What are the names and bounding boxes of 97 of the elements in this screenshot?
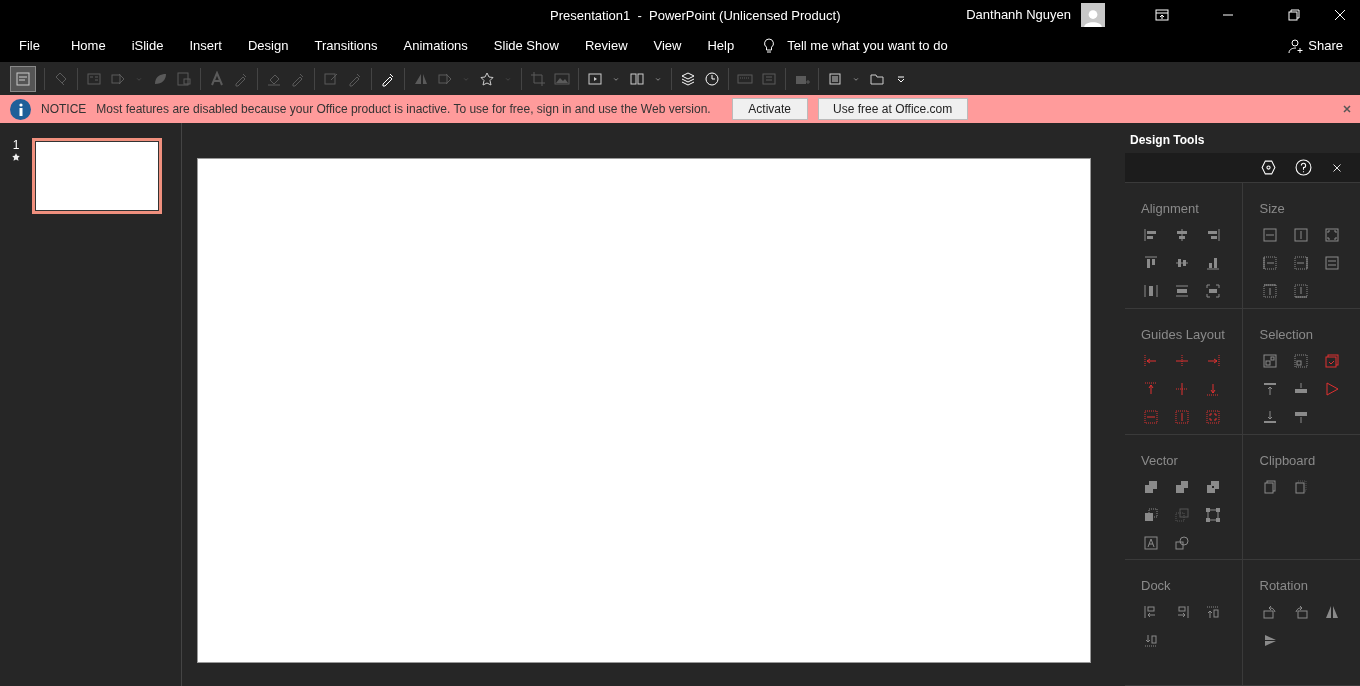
copy-icon[interactable] [1261,478,1278,495]
font-color-icon[interactable] [209,70,225,87]
user-name: Danthanh Nguyen [966,6,1071,25]
panel-title: Design Tools [1129,132,1206,149]
distribute-vertical-icon[interactable] [1174,283,1190,299]
fit-frame-icon[interactable] [1205,283,1221,299]
ribbon-tab[interactable]: iSlide [118,30,177,62]
settings-icon[interactable] [1260,159,1277,176]
shapes-icon[interactable] [1174,534,1190,551]
same-height-icon[interactable] [1292,227,1309,243]
guide-width-icon[interactable] [1143,408,1159,425]
align-left-icon[interactable] [1143,227,1159,243]
star-icon[interactable] [479,70,495,87]
slide-thumbnail[interactable] [32,138,162,214]
send-down-icon[interactable] [1261,408,1278,425]
star-icon [11,152,21,162]
notice-message: Most features are disabled because your Office product is inactive. To use for free, sign in and use the Web version. [96,101,711,118]
guide-height-icon[interactable] [1174,408,1190,425]
person-silhouette-icon [1083,7,1103,27]
paste-icon[interactable] [1292,478,1309,495]
same-width-icon[interactable] [1261,227,1278,243]
ribbon-tab[interactable]: Transitions [301,30,391,62]
tell-me-field[interactable]: Tell me what you want to do [787,30,948,62]
help-icon[interactable] [1295,159,1312,176]
extend-down-icon[interactable] [1292,283,1309,299]
distribute-horizontal-icon[interactable] [1143,283,1159,299]
save-button[interactable] [10,65,36,92]
ribbon-tab[interactable]: Help [694,30,748,62]
guide-right-icon[interactable] [1205,352,1221,369]
clock-icon[interactable] [704,70,720,87]
section-title: Size [1259,201,1286,217]
notice-label: NOTICE [41,101,87,118]
person-add-icon [1288,38,1305,54]
ribbon-display-icon[interactable] [1154,7,1170,23]
layers-icon[interactable] [680,70,696,87]
extend-up-icon[interactable] [1261,283,1278,299]
select-group-icon[interactable] [1261,352,1278,369]
align-center-icon[interactable] [1174,227,1190,243]
share-button[interactable]: Share [1288,36,1343,56]
flip-horizontal-icon[interactable] [1323,604,1340,621]
crop-icon[interactable] [530,70,546,87]
ribbon-tab[interactable]: Review [571,30,641,62]
extend-left-icon[interactable] [1261,255,1278,271]
ribbon-tab[interactable]: Slide Show [480,30,572,62]
section-title: Dock [1141,578,1172,595]
notice-button[interactable]: Use free at Office.com [817,98,968,120]
align-right-icon[interactable] [1205,227,1221,243]
outline-pen-icon[interactable] [323,70,339,87]
subtract-icon[interactable] [1143,506,1159,523]
presentation-icon[interactable] [587,70,603,87]
image-icon[interactable] [554,70,570,87]
bring-up-icon[interactable] [1261,380,1278,397]
same-size-icon[interactable] [1323,227,1340,243]
extend-right-icon[interactable] [1292,255,1309,271]
section-title: Guides Layout [1141,326,1226,343]
section-title: Clipboard [1259,452,1317,469]
ribbon-tab[interactable]: Home [57,30,119,62]
swap-icon[interactable] [1323,255,1340,271]
intersect-icon[interactable] [1205,478,1221,495]
close-icon[interactable] [1332,7,1348,23]
text-outline-icon[interactable] [1143,534,1159,551]
ribbon-tab[interactable]: Design [234,30,302,62]
info-icon [10,98,31,120]
section-title: Rotation [1259,578,1309,595]
dock-bottom-icon[interactable] [1143,632,1159,649]
align-bottom-icon[interactable] [1205,255,1221,271]
guide-left-icon[interactable] [1143,352,1159,369]
section-title: Selection [1259,326,1314,343]
rotate-right-icon[interactable] [1292,604,1309,621]
save-icon[interactable] [15,70,31,87]
list-icon[interactable] [827,70,843,87]
select-all-icon[interactable] [1323,352,1340,369]
guide-frame-icon[interactable] [1205,408,1221,425]
ribbon-tab[interactable]: View [640,30,695,62]
dock-top-icon[interactable] [1205,604,1221,621]
guide-middle-icon[interactable] [1174,380,1190,397]
combine-icon[interactable] [1174,478,1190,495]
section-title: Alignment [1141,201,1200,217]
format-painter-icon[interactable] [53,70,69,87]
union-icon[interactable] [1143,478,1159,495]
guide-center-icon[interactable] [1174,352,1190,369]
columns-icon[interactable] [629,70,645,87]
pointer-icon[interactable] [1323,380,1340,397]
notice-button[interactable]: Activate [731,98,808,120]
align-top-icon[interactable] [1143,255,1159,271]
avatar[interactable] [1081,3,1105,27]
edit-points-icon[interactable] [1205,506,1221,523]
guide-top-icon[interactable] [1143,380,1159,397]
ribbon-tab[interactable]: Insert [176,30,235,62]
ribbon-tab[interactable]: File [0,30,58,62]
section-title: Vector [1141,452,1179,469]
rotate-left-icon[interactable] [1261,604,1278,621]
window-title: Presentation1 - PowerPoint (Unlicensed Product) [550,7,841,25]
restore-icon[interactable] [1286,7,1302,23]
slide-number: 1 [12,138,20,152]
ribbon-tab[interactable]: Animations [390,30,481,62]
fragment-icon[interactable] [1174,506,1190,523]
